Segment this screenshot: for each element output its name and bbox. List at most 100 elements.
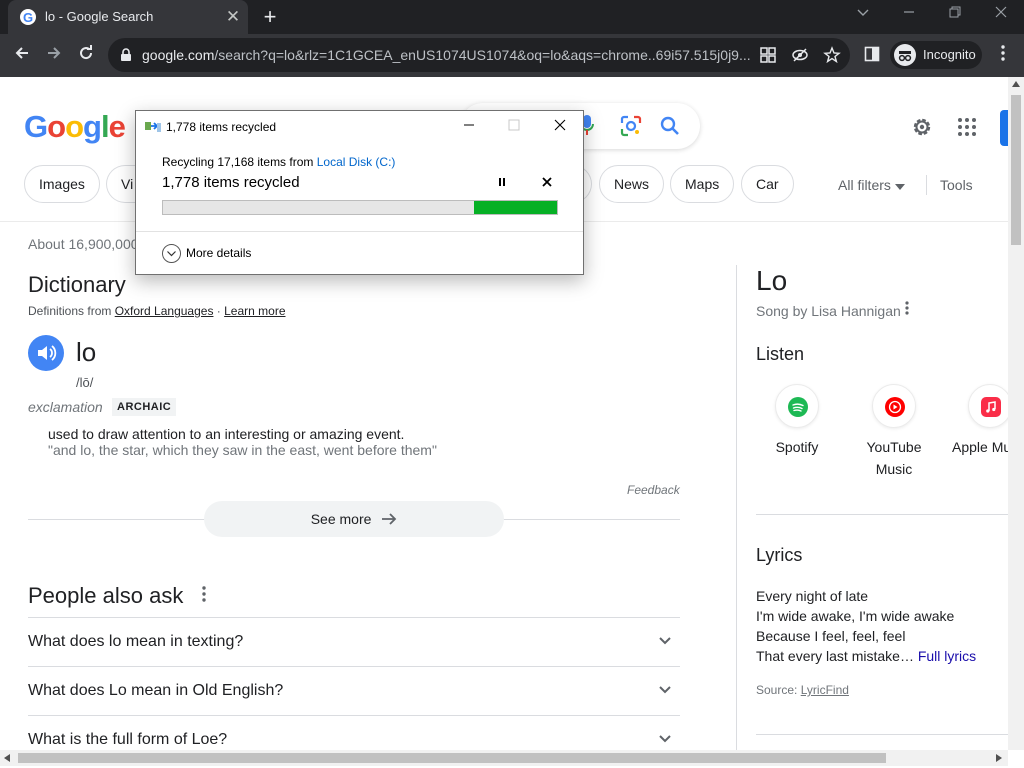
tools-button[interactable]: Tools: [940, 177, 973, 193]
local-disk-link[interactable]: Local Disk (C:): [317, 155, 396, 169]
restore-icon[interactable]: [942, 4, 968, 24]
recycle-source-prefix: Recycling 17,168 items from: [162, 155, 317, 169]
google-logo[interactable]: Google: [24, 109, 126, 145]
search-icon[interactable]: [660, 116, 680, 141]
lyrics-heading: Lyrics: [756, 545, 803, 565]
feedback-link[interactable]: Feedback: [627, 483, 680, 497]
register-label: ARCHAIC: [112, 398, 177, 416]
lyric-line: I'm wide awake, I'm wide awake: [756, 608, 955, 624]
question-row[interactable]: What is the full form of Loe?: [28, 715, 680, 750]
logo-letter: l: [100, 109, 110, 144]
recycle-progress-bar: [162, 200, 558, 215]
incognito-profile-button[interactable]: Incognito: [890, 41, 982, 69]
chip-images[interactable]: Images: [24, 165, 100, 203]
vertical-scroll-thumb[interactable]: [1011, 95, 1021, 245]
bookmark-star-icon[interactable]: [823, 46, 841, 64]
more-details-chevron-icon[interactable]: [162, 244, 181, 263]
address-url[interactable]: google.com/search?q=lo&rlz=1C1GCEA_enUS1…: [142, 47, 751, 63]
recycle-progress-dialog: 1,778 items recycled Recycling 17,168 it…: [135, 110, 584, 275]
file-operation-icon: [145, 122, 161, 132]
spotify-icon: [775, 384, 819, 428]
tracking-protection-eye-icon[interactable]: [791, 46, 809, 64]
horizontal-scroll-thumb[interactable]: [18, 753, 886, 763]
pronunciation-speaker-icon[interactable]: [28, 335, 64, 371]
dialog-title: 1,778 items recycled: [166, 120, 277, 134]
question-row[interactable]: What does lo mean in texting?: [28, 617, 680, 666]
dialog-close-icon[interactable]: [545, 115, 575, 137]
tab-close-icon[interactable]: ✕: [224, 8, 242, 26]
see-more-label: See more: [310, 511, 372, 527]
knowledge-panel-divider: [756, 734, 1008, 735]
chip-videos[interactable]: Vi: [106, 165, 136, 203]
logo-letter: o: [65, 109, 84, 144]
service-name: Apple Mu: [952, 439, 1008, 455]
address-bar[interactable]: google.com/search?q=lo&rlz=1C1GCEA_enUS1…: [108, 38, 850, 72]
lyricfind-link[interactable]: LyricFind: [801, 683, 849, 697]
vertical-scrollbar[interactable]: [1008, 77, 1024, 750]
sign-in-button[interactable]: [1000, 110, 1008, 146]
question-row[interactable]: What does Lo mean in Old English?: [28, 666, 680, 715]
more-options-icon[interactable]: [198, 586, 210, 606]
reload-icon[interactable]: [73, 43, 99, 69]
service-name: Spotify: [775, 439, 819, 455]
all-filters-button[interactable]: All filters: [838, 177, 905, 193]
settings-gear-icon[interactable]: [910, 115, 934, 139]
back-arrow-icon[interactable]: [9, 43, 35, 69]
lyric-line: Every night of late: [756, 588, 869, 604]
recycle-status: 1,778 items recycled: [162, 174, 300, 191]
lens-search-icon[interactable]: [620, 115, 642, 142]
forward-arrow-icon[interactable]: [41, 43, 67, 69]
people-also-ask-heading: People also ask: [28, 583, 184, 608]
install-app-icon[interactable]: [759, 46, 777, 64]
scroll-left-arrow-icon[interactable]: [4, 754, 10, 762]
window-close-icon[interactable]: [988, 4, 1014, 24]
learn-more-link[interactable]: Learn more: [224, 304, 285, 318]
spotify-dot: [788, 397, 808, 417]
google-apps-icon[interactable]: [957, 117, 977, 137]
url-host: google.com: [142, 47, 215, 63]
tab-search-chevron-icon[interactable]: [850, 4, 876, 24]
dropdown-caret-icon: [894, 184, 905, 190]
see-more-button[interactable]: See more: [204, 501, 504, 537]
tab-title: lo - Google Search: [45, 9, 154, 24]
dictionary-heading: Dictionary: [28, 272, 126, 297]
chrome-menu-icon[interactable]: [990, 43, 1016, 69]
horizontal-scrollbar[interactable]: [0, 750, 1008, 766]
dialog-maximize-icon: [499, 115, 529, 137]
url-path: /search?q=lo&rlz=1C1GCEA_enUS1074US1074&…: [214, 47, 751, 63]
side-panel-icon[interactable]: [859, 43, 885, 69]
browser-titlebar: G lo - Google Search ✕ +: [0, 0, 1024, 34]
dialog-minimize-icon[interactable]: [454, 115, 484, 137]
result-stats: About 16,900,000: [28, 236, 139, 252]
apple-music-dot: [981, 397, 1001, 417]
scroll-right-arrow-icon[interactable]: [996, 754, 1002, 762]
apple-music-icon: [968, 384, 1008, 428]
source-prefix: Definitions from: [28, 304, 115, 318]
youtube-music-icon: [872, 384, 916, 428]
more-details-button[interactable]: More details: [186, 246, 251, 260]
chip-maps[interactable]: Maps: [670, 165, 735, 203]
arrow-right-icon: [382, 513, 397, 525]
new-tab-icon[interactable]: +: [258, 5, 282, 29]
browser-tab[interactable]: G lo - Google Search ✕: [8, 0, 248, 34]
browser-toolbar: google.com/search?q=lo&rlz=1C1GCEA_enUS1…: [0, 34, 1024, 77]
youtube-music-dot: [885, 397, 905, 417]
oxford-languages-link[interactable]: Oxford Languages: [115, 304, 214, 318]
source-separator: ·: [213, 304, 225, 318]
lyric-line-last: That every last mistake… Full lyrics: [756, 648, 976, 664]
knowledge-panel-more-icon[interactable]: [905, 301, 909, 320]
knowledge-panel-title: Lo: [756, 265, 788, 296]
lyric-line: Because I feel, feel, feel: [756, 628, 906, 644]
minimize-icon[interactable]: [896, 4, 922, 24]
chip-news[interactable]: News: [599, 165, 665, 203]
definition-example: "and lo, the star, which they saw in the…: [48, 442, 437, 458]
logo-letter: g: [83, 109, 102, 144]
pause-icon[interactable]: [494, 175, 510, 191]
full-lyrics-link[interactable]: Full lyrics: [918, 648, 976, 664]
cancel-operation-icon[interactable]: [539, 175, 555, 191]
svg-text:G: G: [23, 10, 33, 25]
scroll-up-arrow-icon[interactable]: [1012, 81, 1020, 87]
lock-icon[interactable]: [120, 48, 132, 62]
definition-text: used to draw attention to an interesting…: [48, 426, 405, 442]
chip-car[interactable]: Car: [741, 165, 794, 203]
